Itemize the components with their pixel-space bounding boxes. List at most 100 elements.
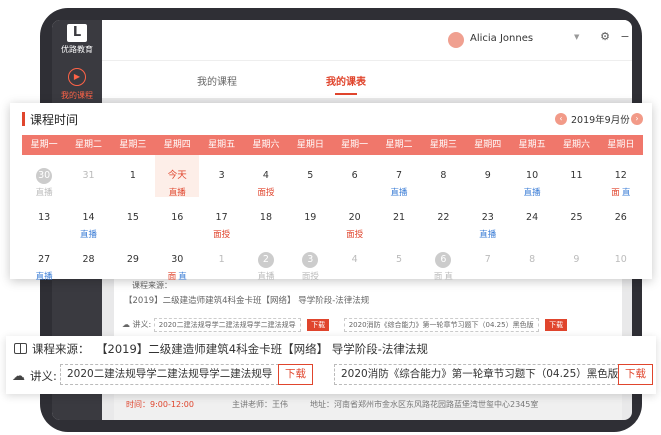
calendar-day[interactable]: 23 直播 [466, 197, 510, 240]
course-address: 地址：河南省郑州市金水区东风路花园路蓝堡湾世玺中心2345室 [310, 400, 539, 409]
sidebar-item-label: 我的课程 [61, 91, 93, 100]
calendar-day[interactable]: 3 [199, 155, 243, 197]
live-tag: 直播 [35, 272, 53, 282]
calendar-day[interactable]: 27 直播 [22, 239, 66, 282]
day-number: 11 [570, 170, 583, 181]
day-number: 10 [526, 170, 539, 181]
weekday-label: 星期四 [474, 140, 502, 150]
calendar-day[interactable]: 15 [111, 197, 155, 239]
calendar-day[interactable]: 11 [554, 155, 598, 197]
calendar-day[interactable]: 26 [599, 197, 643, 239]
course-source-value: 【2019】二级建造师建筑4科金卡班【网络】 导学阶段-法律法规 [96, 342, 428, 356]
calendar-day[interactable]: 31 [66, 155, 110, 197]
next-month-button[interactable]: › [631, 113, 643, 125]
calendar-day[interactable]: 30 直播 [22, 155, 66, 198]
calendar-day[interactable]: 5 [377, 239, 421, 281]
top-bar: Alicia Jonnes ▼ ⚙ − ❐ ✕ [102, 20, 632, 60]
calendar-day-today[interactable]: 今天 直播 [155, 155, 200, 198]
download-button[interactable]: 下载 [545, 319, 568, 331]
weekday-label: 星期六 [252, 140, 280, 150]
calendar-day[interactable]: 18 [244, 197, 288, 239]
calendar-day[interactable]: 3 面授 [288, 239, 332, 282]
day-number: 7 [395, 170, 403, 181]
calendar-day[interactable]: 19 [288, 197, 332, 239]
calendar-day[interactable]: 6 面直 [421, 239, 465, 282]
day-number: 8 [440, 170, 447, 181]
course-info-card: 课程来源： 【2019】二级建造师建筑4科金卡班【网络】 导学阶段-法律法规 ☁… [6, 336, 656, 394]
calendar-day[interactable]: 22 [421, 197, 465, 239]
day-number: 6 [435, 252, 452, 268]
day-number: 3 [302, 252, 319, 268]
day-number: 12 [614, 170, 627, 181]
calendar-day[interactable]: 10 [599, 239, 643, 281]
day-number: 今天 [167, 170, 187, 181]
in-person-tag: 面 [167, 272, 177, 282]
notes-label: 讲义: [30, 369, 57, 383]
calendar-day[interactable]: 7 [466, 239, 510, 281]
user-name[interactable]: Alicia Jonnes [470, 33, 533, 44]
calendar-day[interactable]: 21 [377, 197, 421, 239]
calendar-day[interactable]: 8 [510, 239, 554, 281]
day-number: 28 [82, 254, 95, 265]
calendar-day[interactable]: 1 [199, 239, 243, 281]
weekday-header: 星期一 星期二 星期三 星期四 星期五 星期六 星期日 星期一 星期二 星期三 星期四 星期五 星期六 星… [22, 135, 643, 155]
sidebar-item-my-courses[interactable]: ▶ 我的课程 [52, 68, 102, 101]
calendar-day[interactable]: 6 [333, 155, 377, 197]
day-tags [510, 270, 554, 282]
calendar-day[interactable]: 5 [288, 155, 332, 197]
day-number: 30 [171, 254, 184, 265]
download-button[interactable]: 下载 [307, 319, 330, 331]
calendar-day[interactable]: 16 [155, 197, 199, 239]
weekday-label: 星期二 [75, 140, 103, 150]
chevron-down-icon[interactable]: ▼ [574, 33, 579, 41]
file-name: 2020二建法规导学二建法规导学二建法规导 [153, 318, 301, 332]
logo-mark: L [67, 24, 87, 42]
day-tags [199, 270, 243, 282]
download-button-2[interactable]: 下载 [618, 364, 653, 385]
calendar-day[interactable]: 7 直播 [377, 155, 421, 198]
calendar-day[interactable]: 4 [333, 239, 377, 281]
minimize-icon[interactable]: − [618, 30, 632, 43]
calendar-day[interactable]: 24 [510, 197, 554, 239]
tab-my-courses[interactable]: 我的课程 [197, 73, 237, 88]
calendar-day[interactable]: 25 [554, 197, 598, 239]
calendar-day[interactable]: 8 [421, 155, 465, 197]
calendar-day[interactable]: 10 直播 [510, 155, 554, 198]
calendar-day[interactable]: 28 [66, 239, 110, 281]
weekday-label: 星期五 [208, 140, 236, 150]
weekday-label: 星期五 [518, 140, 546, 150]
calendar-day[interactable]: 30 面直 [155, 239, 199, 282]
calendar-day[interactable]: 9 [554, 239, 598, 281]
play-icon: ▶ [68, 68, 86, 86]
logo-text: 优路教育 [61, 45, 93, 54]
day-number: 24 [526, 212, 539, 223]
weekday-label: 星期六 [562, 140, 590, 150]
active-tab-underline [335, 93, 357, 95]
download-button-1[interactable]: 下载 [278, 364, 313, 385]
calendar-day[interactable]: 12 面直 [599, 155, 643, 198]
day-tags [111, 270, 155, 282]
tab-my-schedule[interactable]: 我的课表 [326, 73, 366, 88]
day-number: 4 [262, 170, 269, 181]
calendar-day[interactable]: 14 直播 [66, 197, 110, 240]
calendar-day[interactable]: 2 直播 [244, 239, 288, 282]
title-accent-bar [22, 112, 25, 126]
stage: L 优路教育 ▶ 我的课程 Alicia Jonnes ▼ ⚙ − ❐ ✕ 我的… [0, 0, 661, 435]
calendar-day[interactable]: 29 [111, 239, 155, 281]
day-number: 19 [304, 212, 317, 223]
calendar-day[interactable]: 20 面授 [333, 197, 377, 240]
calendar-day[interactable]: 9 [466, 155, 510, 197]
calendar-day[interactable]: 13 [22, 197, 66, 239]
day-number: 8 [529, 254, 536, 265]
course-teacher: 主讲老师：王伟 [232, 400, 288, 409]
calendar-day[interactable]: 1 [111, 155, 155, 197]
day-number: 27 [38, 254, 51, 265]
live-tag: 直 [444, 272, 453, 282]
prev-month-button[interactable]: ‹ [555, 113, 567, 125]
calendar-day[interactable]: 17 面授 [199, 197, 243, 240]
avatar[interactable] [448, 32, 464, 48]
gear-icon[interactable]: ⚙ [598, 30, 612, 43]
weekday-label: 星期三 [429, 140, 457, 150]
calendar-day[interactable]: 4 面授 [244, 155, 288, 198]
course-notes-row: ☁ 讲义: 2020二建法规导学二建法规导学二建法规导 下载 2020消防《综合… [122, 318, 579, 332]
